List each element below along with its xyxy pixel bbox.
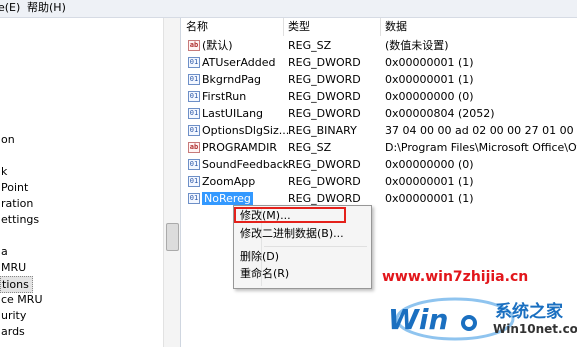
value-name: ZoomApp <box>202 175 256 188</box>
watermark-brand: 系统之家 <box>495 302 563 322</box>
value-row[interactable]: 01 ZoomApp REG_DWORD 0x00000001 (1) <box>182 173 577 190</box>
value-name: OptionsDlgSiz... <box>202 124 290 137</box>
tree-item[interactable]: MRU <box>0 260 29 275</box>
value-data: 0x00000001 (1) <box>385 192 474 205</box>
menu-bar: e(E) 帮助(H) <box>0 0 577 18</box>
value-type: REG_SZ <box>288 39 332 52</box>
value-type: REG_SZ <box>288 141 332 154</box>
value-data: 0x00000001 (1) <box>385 175 474 188</box>
tree-item-selected[interactable]: tions <box>0 276 33 293</box>
menu-item-rename[interactable]: 重命名(R) <box>240 267 289 281</box>
value-name: SoundFeedback <box>202 158 290 171</box>
binary-value-icon: 01 <box>188 74 200 85</box>
value-data: 0x00000001 (1) <box>385 56 474 69</box>
value-data: D:\Program Files\Microsoft Office\Office… <box>385 141 577 154</box>
tree-item[interactable]: k <box>0 164 10 179</box>
value-row[interactable]: 01 LastUILang REG_DWORD 0x00000804 (2052… <box>182 105 577 122</box>
value-data: (数值未设置) <box>385 39 449 52</box>
value-data: 0x00000000 (0) <box>385 90 474 103</box>
menu-help[interactable]: 帮助(H) <box>27 1 66 15</box>
value-type: REG_DWORD <box>288 90 361 103</box>
value-data: 0x00000000 (0) <box>385 158 474 171</box>
column-header-name[interactable]: 名称 <box>182 18 284 36</box>
string-value-icon: ab <box>188 142 200 153</box>
binary-value-icon: 01 <box>188 57 200 68</box>
value-type: REG_DWORD <box>288 158 361 171</box>
value-type: REG_DWORD <box>288 73 361 86</box>
value-name-text: NoRereg <box>202 192 253 205</box>
string-value-icon: ab <box>188 40 200 51</box>
binary-value-icon: 01 <box>188 108 200 119</box>
column-header-type[interactable]: 类型 <box>284 18 381 36</box>
value-type: REG_DWORD <box>288 56 361 69</box>
value-type: REG_DWORD <box>288 175 361 188</box>
value-type: REG_BINARY <box>288 124 357 137</box>
binary-value-icon: 01 <box>188 193 200 204</box>
value-row[interactable]: 01 SoundFeedback REG_DWORD 0x00000000 (0… <box>182 156 577 173</box>
value-name: LastUILang <box>202 107 264 120</box>
value-data: 0x00000804 (2052) <box>385 107 495 120</box>
watermark-url: www.win7zhijia.cn <box>382 269 529 285</box>
watermark-logo-text: Win <box>388 303 449 336</box>
tree-item[interactable]: Point <box>0 180 31 195</box>
tree-item[interactable]: ettings <box>0 212 42 227</box>
tree-item[interactable]: on <box>0 132 18 147</box>
binary-value-icon: 01 <box>188 125 200 136</box>
registry-tree[interactable]: on k Point ration ettings a MRU tions ce… <box>0 18 181 347</box>
binary-value-icon: 01 <box>188 176 200 187</box>
tree-scrollbar-thumb[interactable] <box>166 223 179 251</box>
menu-edit[interactable]: e(E) <box>0 1 20 15</box>
value-name: ATUserAdded <box>202 56 276 69</box>
value-row[interactable]: ab PROGRAMDIR REG_SZ D:\Program Files\Mi… <box>182 139 577 156</box>
value-row[interactable]: 01 FirstRun REG_DWORD 0x00000000 (0) <box>182 88 577 105</box>
annotation-highlight-box <box>234 207 346 223</box>
binary-value-icon: 01 <box>188 91 200 102</box>
value-name: FirstRun <box>202 90 247 103</box>
menu-item-delete[interactable]: 删除(D) <box>240 250 279 264</box>
tree-item[interactable]: ce MRU <box>0 292 46 307</box>
tree-item[interactable]: urity <box>0 308 29 323</box>
list-header: 名称 类型 数据 <box>182 18 577 36</box>
value-name: (默认) <box>202 39 233 52</box>
tree-item[interactable]: a <box>0 244 11 259</box>
watermark-site: Win10net.com <box>493 322 577 336</box>
watermark-logo: Win 系统之家 Win10net.com <box>385 289 577 347</box>
value-name: BkgrndPag <box>202 73 262 86</box>
value-type: REG_DWORD <box>288 107 361 120</box>
value-name: PROGRAMDIR <box>202 141 278 154</box>
binary-value-icon: 01 <box>188 159 200 170</box>
value-row[interactable]: 01 OptionsDlgSiz... REG_BINARY 37 04 00 … <box>182 122 577 139</box>
tree-item[interactable]: ration <box>0 196 36 211</box>
value-row[interactable]: 01 ATUserAdded REG_DWORD 0x00000001 (1) <box>182 54 577 71</box>
tree-scrollbar[interactable] <box>163 18 180 347</box>
value-data: 37 04 00 00 ad 02 00 00 27 01 00 00 58 0 <box>385 124 577 137</box>
menu-item-modify-binary[interactable]: 修改二进制数据(B)... <box>240 227 344 241</box>
tree-item[interactable]: ards <box>0 324 28 339</box>
value-row[interactable]: ab (默认) REG_SZ (数值未设置) <box>182 37 577 54</box>
menu-separator <box>264 246 367 247</box>
column-header-data[interactable]: 数据 <box>381 18 577 36</box>
value-data: 0x00000001 (1) <box>385 73 474 86</box>
value-row[interactable]: 01 BkgrndPag REG_DWORD 0x00000001 (1) <box>182 71 577 88</box>
